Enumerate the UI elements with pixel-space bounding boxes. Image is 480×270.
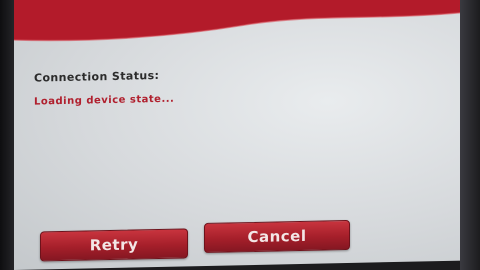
cancel-button[interactable]: Cancel [204,219,350,254]
header-banner [14,0,462,48]
retry-button[interactable]: Retry [40,228,188,262]
connection-status-label: Connection Status: [34,68,160,85]
connection-status-value: Loading device state... [34,93,175,108]
monitor-bezel-right [460,0,480,270]
dialog-screen: Connection Status: Loading device state.… [14,0,462,270]
